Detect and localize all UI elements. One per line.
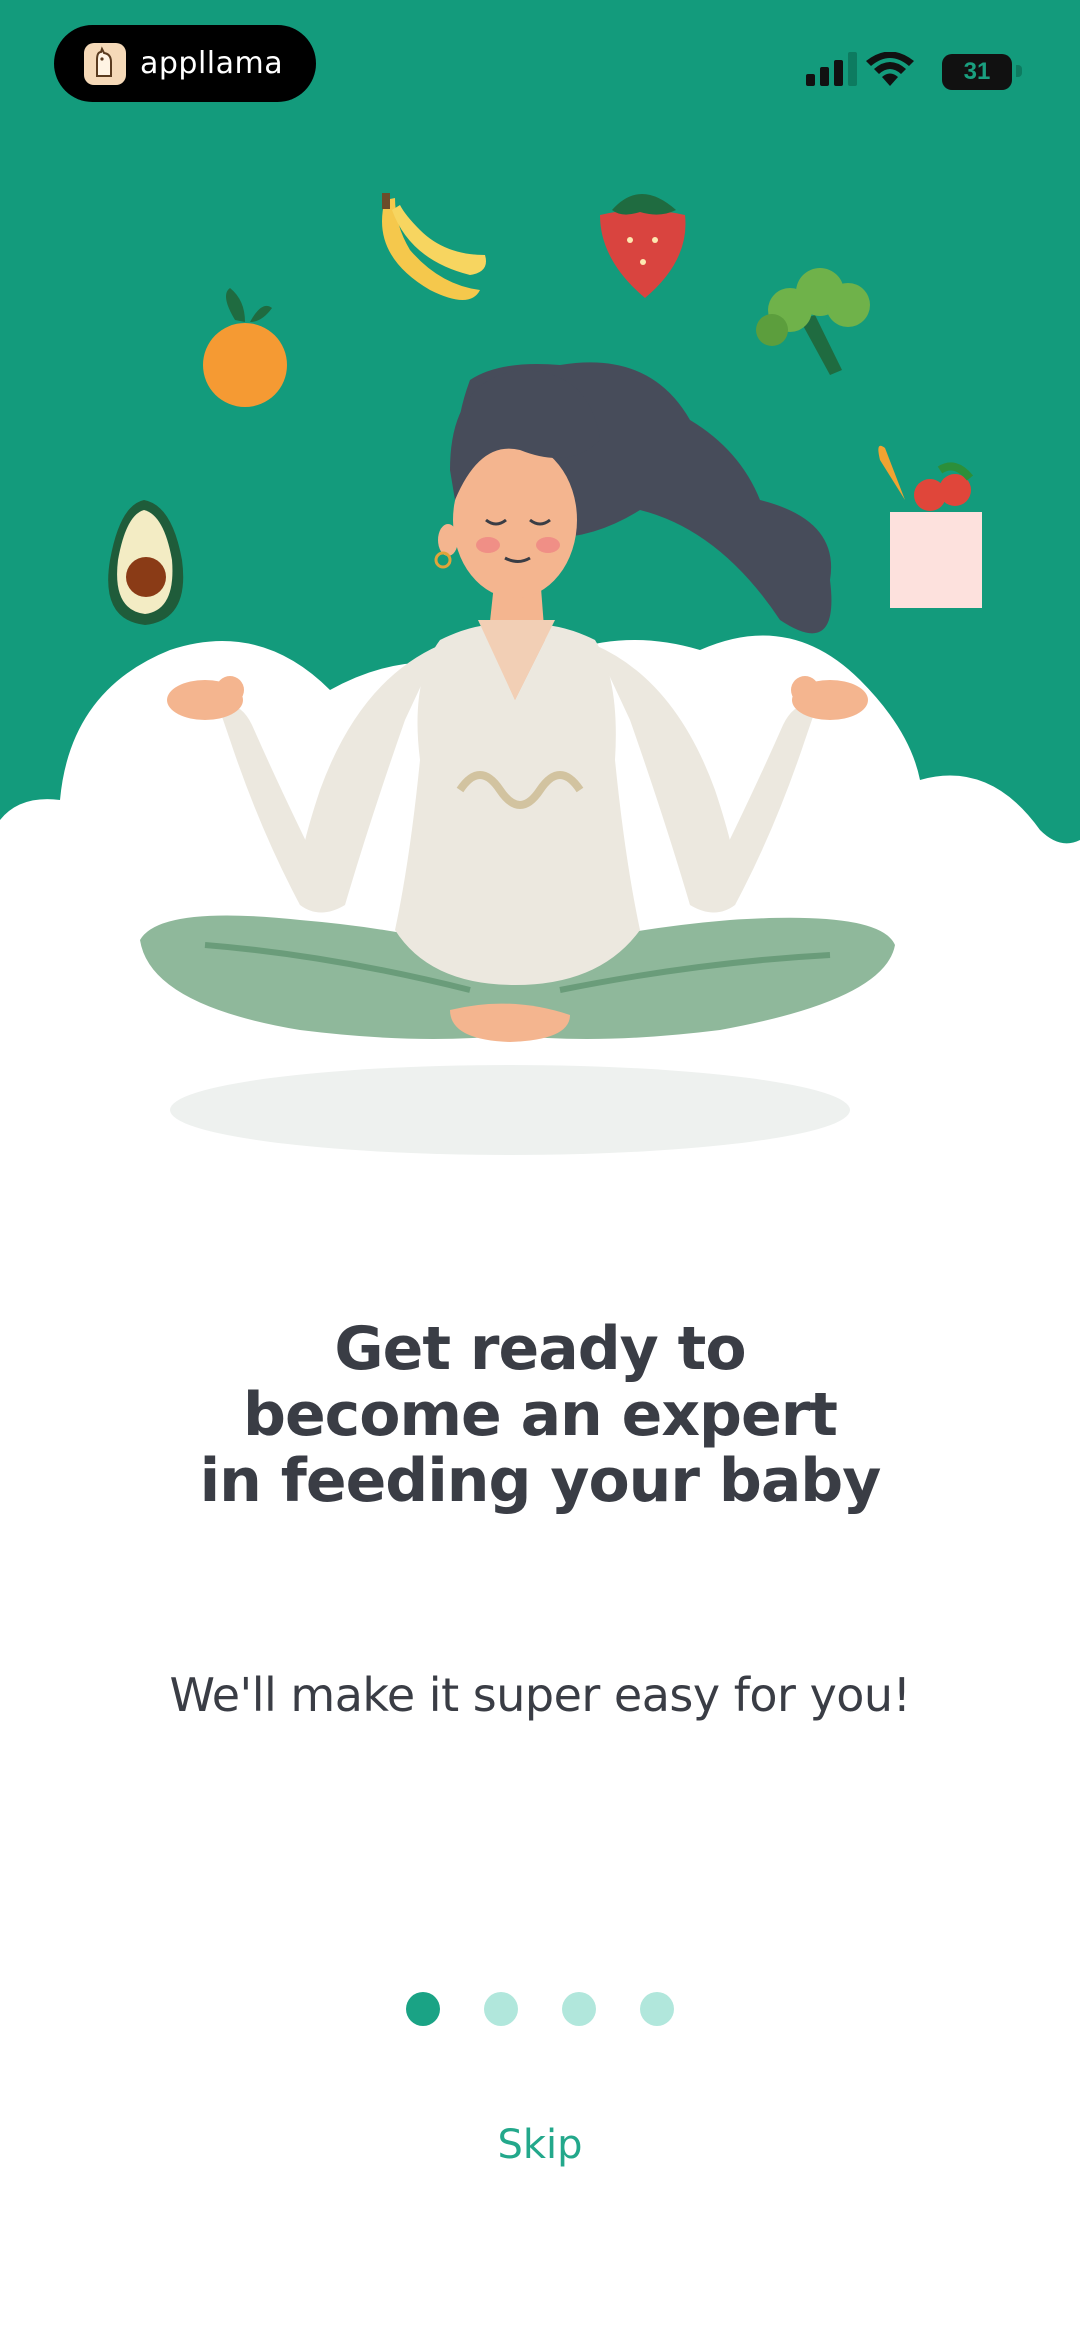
battery-level: 31 — [963, 58, 991, 85]
wifi-icon — [866, 52, 914, 86]
battery-indicator: 31 — [942, 54, 1012, 90]
llama-logo-icon — [84, 42, 126, 85]
floor-shadow — [170, 1065, 850, 1155]
meditating-woman-illustration — [0, 0, 1080, 1180]
app-badge: appllama — [54, 25, 316, 102]
headline-line: become an expert — [243, 1380, 838, 1450]
cellular-signal-icon — [806, 52, 857, 86]
battery-tip — [1016, 65, 1022, 77]
headline-line: Get ready to — [334, 1314, 746, 1384]
page-dot-3[interactable] — [562, 1992, 596, 2026]
onboarding-headline: Get ready to become an expert in feeding… — [0, 1316, 1080, 1514]
hero-illustration — [0, 0, 1080, 1180]
onboarding-subtitle: We'll make it super easy for you! — [169, 1668, 911, 1722]
page-dot-2[interactable] — [484, 1992, 518, 2026]
app-badge-label: appllama — [140, 46, 284, 81]
page-indicator — [0, 1992, 1080, 2026]
page-dot-4[interactable] — [640, 1992, 674, 2026]
headline-line: in feeding your baby — [199, 1446, 882, 1516]
page-dot-1[interactable] — [406, 1992, 440, 2026]
skip-button[interactable]: Skip — [0, 2122, 1080, 2168]
